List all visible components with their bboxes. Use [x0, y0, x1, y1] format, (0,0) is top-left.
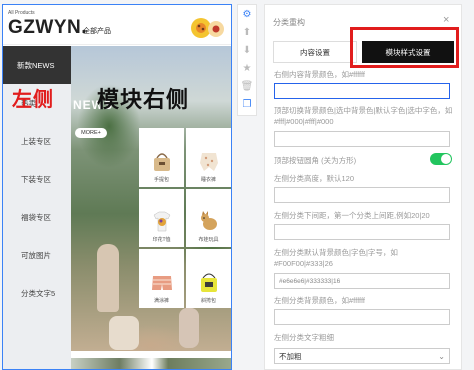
right-bg-label: 右侧内容背景颜色，如#ffffff: [274, 70, 365, 79]
pajama-icon: [199, 152, 218, 171]
sidebar-item-label: 上装专区: [21, 136, 51, 146]
left-default-label: 左侧分类默认背景颜色|字色|字号，如#F00F00|#333|26: [274, 248, 398, 268]
sidebar-item-label: 可放图片: [21, 250, 51, 260]
product-label: 斜挎包: [200, 298, 216, 304]
product-label: 满涂裤: [153, 298, 169, 304]
product-card[interactable]: 印花T恤: [139, 188, 184, 248]
close-icon[interactable]: ×: [443, 14, 449, 26]
copy-icon[interactable]: ❐: [240, 98, 254, 110]
next-banner-strip: [71, 358, 231, 369]
handbag-icon: [153, 152, 170, 171]
highlight-box: [350, 27, 459, 68]
all-products-label[interactable]: 全部产品: [83, 26, 111, 36]
arrow-up-icon[interactable]: ⬆: [240, 26, 254, 38]
more-button[interactable]: MORE+: [75, 128, 107, 138]
tshirt-icon: [153, 212, 170, 232]
fruit-icon: [191, 18, 224, 38]
sidebar-item-label: 福袋专区: [21, 212, 51, 222]
trash-icon[interactable]: 🗑: [240, 80, 254, 92]
top-switch-label: 顶部切换背景颜色|选中背景色|默认字色|选中字色，如#fff|#000|#fff…: [274, 106, 453, 126]
gear-icon[interactable]: ⚙: [240, 8, 254, 20]
left-bold-select[interactable]: 不加粗 ⌄: [274, 348, 450, 364]
module-preview[interactable]: All Products GZWYN. 全部产品 新款NEWS 热卖 上装专区 …: [2, 4, 232, 370]
editor-root: All Products GZWYN. 全部产品 新款NEWS 热卖 上装专区 …: [0, 0, 474, 370]
toggle-knob: [441, 154, 451, 164]
product-label: 布娃玩具: [198, 237, 219, 244]
panel-title: 分类重构: [273, 18, 305, 27]
shorts-icon: [151, 276, 172, 290]
sidebar-item-images[interactable]: 可放图片: [3, 236, 71, 274]
top-rounded-toggle[interactable]: [430, 153, 452, 165]
sidebar-item-label: 下装专区: [21, 174, 51, 184]
product-label: 睡衣裤: [200, 176, 216, 183]
left-bold-label: 左侧分类文字粗细: [274, 333, 334, 342]
left-annotation: 左侧: [12, 89, 54, 111]
sidebar-item-label: 分类文字5: [21, 288, 56, 298]
person-figure: [97, 244, 119, 312]
right-annotation: 模块右侧: [97, 87, 190, 112]
left-bg-label: 左侧分类背景颜色，如#ffffff: [274, 296, 365, 305]
product-label: 手提包: [153, 176, 169, 183]
module-toolbar: ⚙ ⬆ ⬇ ★ 🗑 ❐: [237, 4, 257, 116]
sidebar-item-category-5[interactable]: 分类文字5: [3, 274, 71, 312]
top-rounded-label: 顶部按钮圆角 (关为方形): [274, 156, 357, 165]
product-card[interactable]: 斜挎包: [186, 249, 231, 308]
left-default-input[interactable]: #e6e6e6|#333333|16: [274, 273, 450, 289]
product-card[interactable]: 满涂裤: [139, 249, 184, 308]
left-margin-label: 左侧分类下间距，第一个分类上间距,例如20|20: [274, 211, 430, 220]
brand-logo: GZWYN.: [8, 17, 87, 38]
product-label: 印花T恤: [152, 237, 171, 244]
left-height-input[interactable]: [274, 187, 450, 203]
product-card[interactable]: 手提包: [139, 128, 184, 187]
left-height-label: 左侧分类高度，默认120: [274, 174, 355, 183]
sidebar-item-tops[interactable]: 上装专区: [3, 122, 71, 160]
sidebar-item-bottoms[interactable]: 下装专区: [3, 160, 71, 198]
tab-content-settings[interactable]: 内容设置: [273, 41, 357, 63]
person-figure: [179, 308, 199, 348]
plush-toy-icon: [200, 211, 217, 231]
chevron-down-icon: ⌄: [438, 351, 445, 361]
sidebar-item-news[interactable]: 新款NEWS: [3, 46, 71, 84]
select-value: 不加粗: [279, 351, 302, 361]
product-grid: 手提包 睡衣裤 印花T恤 布娃玩具 满涂裤 斜挎包: [139, 128, 231, 308]
product-card[interactable]: 布娃玩具: [186, 188, 231, 248]
all-products-small: All Products: [8, 10, 35, 16]
star-icon[interactable]: ★: [240, 62, 254, 74]
child-figure: [109, 316, 139, 350]
arrow-down-icon[interactable]: ⬇: [240, 44, 254, 56]
crossbody-bag-icon: [200, 273, 217, 292]
sidebar-item-label: 新款NEWS: [17, 60, 55, 70]
sidebar-item-lucky-bag[interactable]: 福袋专区: [3, 198, 71, 236]
left-bg-input[interactable]: [274, 309, 450, 325]
left-margin-input[interactable]: [274, 224, 450, 240]
preview-header: All Products GZWYN. 全部产品: [3, 5, 231, 45]
top-switch-input[interactable]: [274, 131, 450, 147]
right-bg-input[interactable]: [274, 83, 450, 99]
product-card[interactable]: 睡衣裤: [186, 128, 231, 187]
preview-main: NEWS 模块右侧 MORE+ 手提包 睡衣裤 印花T恤 布娃玩具 满涂裤 斜挎…: [71, 46, 231, 369]
